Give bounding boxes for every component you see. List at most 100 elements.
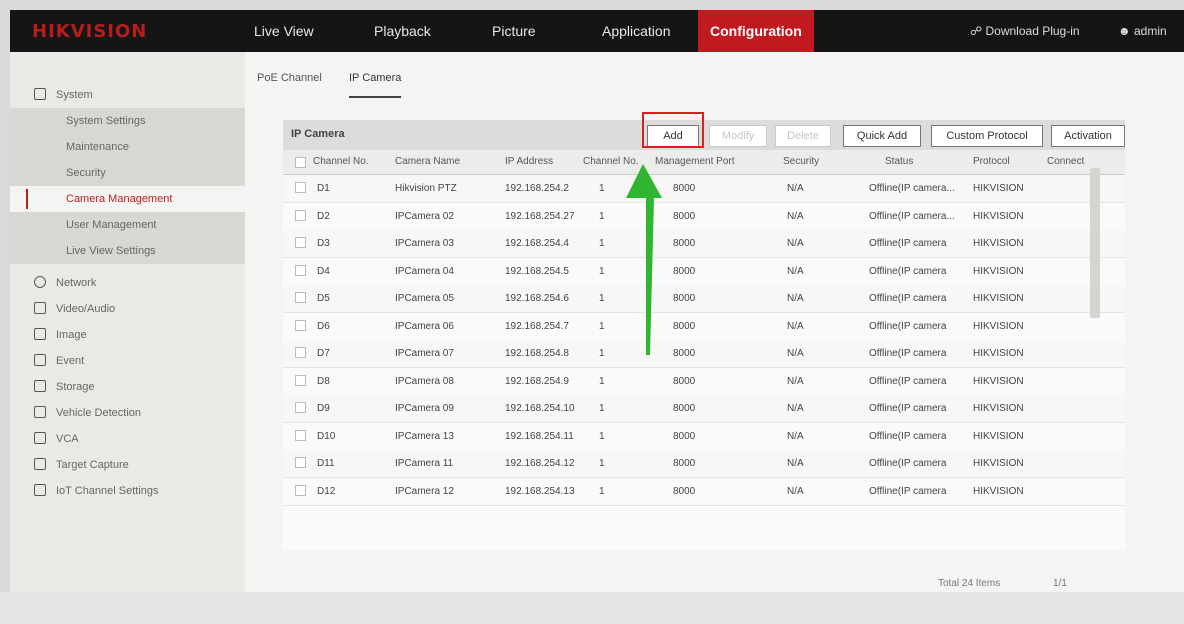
table-row[interactable]: D7 IPCamera 07 192.168.254.8 1 8000 N/A Offlin…	[283, 340, 1125, 368]
nav-configuration[interactable]: Configuration	[698, 10, 814, 52]
video-icon	[34, 302, 46, 314]
table-row[interactable]: D5 IPCamera 05 192.168.254.6 1 8000 N/A Offlin…	[283, 285, 1125, 313]
modify-button[interactable]: Modify	[709, 125, 767, 147]
page-indicator: 1/1	[1053, 578, 1067, 589]
vehicle-icon	[34, 406, 46, 418]
column-header: Channel No.	[313, 156, 369, 167]
table-row[interactable]: D10 IPCamera 13 192.168.254.11 1 8000 N/A Offl…	[283, 423, 1125, 451]
column-header: Camera Name	[395, 156, 461, 167]
table-row[interactable]: D12 IPCamera 12 192.168.254.13 1 8000 N/A Offl…	[283, 478, 1125, 506]
table-cell: HIKVISION	[973, 210, 1024, 222]
sidebar-item-storage[interactable]: Storage	[10, 374, 245, 400]
select-all-checkbox[interactable]	[295, 157, 306, 168]
table-row[interactable]: D4 IPCamera 04 192.168.254.5 1 8000 N/A Offlin…	[283, 258, 1125, 286]
sidebar-item-label: User Management	[66, 219, 157, 231]
table-cell: 192.168.254.10	[505, 403, 575, 414]
sidebar-item-label: Security	[66, 167, 106, 179]
row-checkbox[interactable]	[295, 292, 306, 303]
total-items: Total 24 Items	[938, 578, 1001, 589]
sidebar-item-live-view-settings[interactable]: Live View Settings	[10, 238, 245, 264]
sidebar-item-user-management[interactable]: User Management	[10, 212, 245, 238]
sidebar-item-system-settings[interactable]: System Settings	[10, 108, 245, 134]
user-icon: ☻	[1118, 24, 1131, 38]
user-menu[interactable]: ☻ admin	[1118, 10, 1167, 52]
taskbar	[0, 592, 1184, 624]
sidebar-item-network[interactable]: Network	[10, 270, 245, 296]
table-cell: HIKVISION	[973, 403, 1024, 414]
sidebar-item-vehicle-detection[interactable]: Vehicle Detection	[10, 400, 245, 426]
globe-icon	[34, 276, 46, 288]
table-cell: N/A	[787, 485, 804, 497]
table-row[interactable]: D1 Hikvision PTZ 192.168.254.2 1 8000 N/A Offl…	[283, 175, 1125, 203]
row-checkbox[interactable]	[295, 182, 306, 193]
table-cell: N/A	[787, 293, 804, 304]
row-checkbox[interactable]	[295, 402, 306, 413]
table-cell: IPCamera 05	[395, 293, 454, 304]
row-checkbox[interactable]	[295, 237, 306, 248]
custom-protocol-button[interactable]: Custom Protocol	[931, 125, 1043, 147]
table-row[interactable]: D2 IPCamera 02 192.168.254.27 1 8000 N/A Offli…	[283, 203, 1125, 231]
row-checkbox[interactable]	[295, 319, 306, 331]
nav-playback[interactable]: Playback	[362, 10, 443, 52]
table-cell: N/A	[787, 183, 804, 194]
sidebar-item-image[interactable]: Image	[10, 322, 245, 348]
sidebar-item-label: Camera Management	[66, 193, 173, 205]
table-cell: 1	[599, 458, 605, 469]
table-cell: D11	[317, 458, 335, 469]
sidebar-item-vca[interactable]: VCA	[10, 426, 245, 452]
nav-picture[interactable]: Picture	[480, 10, 548, 52]
table-row[interactable]: D8 IPCamera 08 192.168.254.9 1 8000 N/A Offlin…	[283, 368, 1125, 396]
table-cell: 8000	[673, 403, 696, 414]
row-checkbox[interactable]	[295, 374, 306, 386]
row-checkbox[interactable]	[295, 457, 306, 468]
user-name: admin	[1133, 24, 1167, 38]
table-cell: D12	[317, 485, 336, 497]
sidebar-item-system[interactable]: System	[10, 82, 245, 108]
row-checkbox[interactable]	[295, 429, 306, 441]
table-cell: Offline(IP camera	[869, 238, 947, 249]
table-cell: HIKVISION	[973, 458, 1024, 469]
tab-ip-camera[interactable]: IP Camera	[349, 72, 402, 98]
table-cell: 1	[599, 293, 605, 304]
table-cell: IPCamera 02	[395, 210, 454, 222]
row-checkbox[interactable]	[295, 484, 306, 496]
screen: HIKVISION Live View Playback Picture App…	[10, 10, 1184, 624]
column-header: Protocol	[973, 156, 1010, 167]
nav-application[interactable]: Application	[590, 10, 683, 52]
column-header: Security	[783, 156, 820, 167]
sidebar-item-target-capture[interactable]: Target Capture	[10, 452, 245, 478]
sidebar-item-video-audio[interactable]: Video/Audio	[10, 296, 245, 322]
table-cell: 1	[599, 238, 605, 249]
table-cell: 192.168.254.13	[505, 485, 575, 497]
download-plugin-link[interactable]: ☍ Download Plug-in	[970, 10, 1080, 52]
table-row[interactable]: D11 IPCamera 11 192.168.254.12 1 8000 N/A Offl…	[283, 450, 1125, 478]
row-checkbox[interactable]	[295, 209, 306, 221]
nav-live-view[interactable]: Live View	[242, 10, 326, 52]
sidebar-item-iot-channel-settings[interactable]: IoT Channel Settings	[10, 478, 245, 504]
sidebar-item-label: System	[56, 89, 93, 101]
table-scrollbar[interactable]	[1090, 168, 1100, 318]
table-row[interactable]: D6 IPCamera 06 192.168.254.7 1 8000 N/A Offlin…	[283, 313, 1125, 341]
activation-button[interactable]: Activation	[1051, 125, 1125, 147]
table-row[interactable]: D9 IPCamera 09 192.168.254.10 1 8000 N/A Offli…	[283, 395, 1125, 423]
table-cell: IPCamera 06	[395, 320, 454, 332]
quick-add-button[interactable]: Quick Add	[843, 125, 921, 147]
sidebar-item-label: Video/Audio	[56, 303, 116, 315]
table-row[interactable]: D3 IPCamera 03 192.168.254.4 1 8000 N/A Offlin…	[283, 230, 1125, 258]
table-cell: IPCamera 03	[395, 238, 454, 249]
sidebar-item-camera-management[interactable]: Camera Management	[10, 186, 245, 212]
table-cell: 1	[599, 403, 605, 414]
sidebar-item-maintenance[interactable]: Maintenance	[10, 134, 245, 160]
logo: HIKVISION	[32, 21, 148, 42]
sidebar-item-label: Storage	[56, 381, 95, 393]
sidebar-item-event[interactable]: Event	[10, 348, 245, 374]
table-cell: D10	[317, 430, 336, 442]
tab-poe-channel[interactable]: PoE Channel	[257, 72, 322, 96]
sidebar-item-security[interactable]: Security	[10, 160, 245, 186]
row-checkbox[interactable]	[295, 264, 306, 276]
sidebar-item-label: IoT Channel Settings	[56, 485, 159, 497]
row-checkbox[interactable]	[295, 347, 306, 358]
ip-camera-panel: IP Camera Add Modify Delete Quick Add Cu…	[283, 112, 1125, 589]
table-cell: Offline(IP camera	[869, 375, 947, 387]
delete-button[interactable]: Delete	[775, 125, 831, 147]
